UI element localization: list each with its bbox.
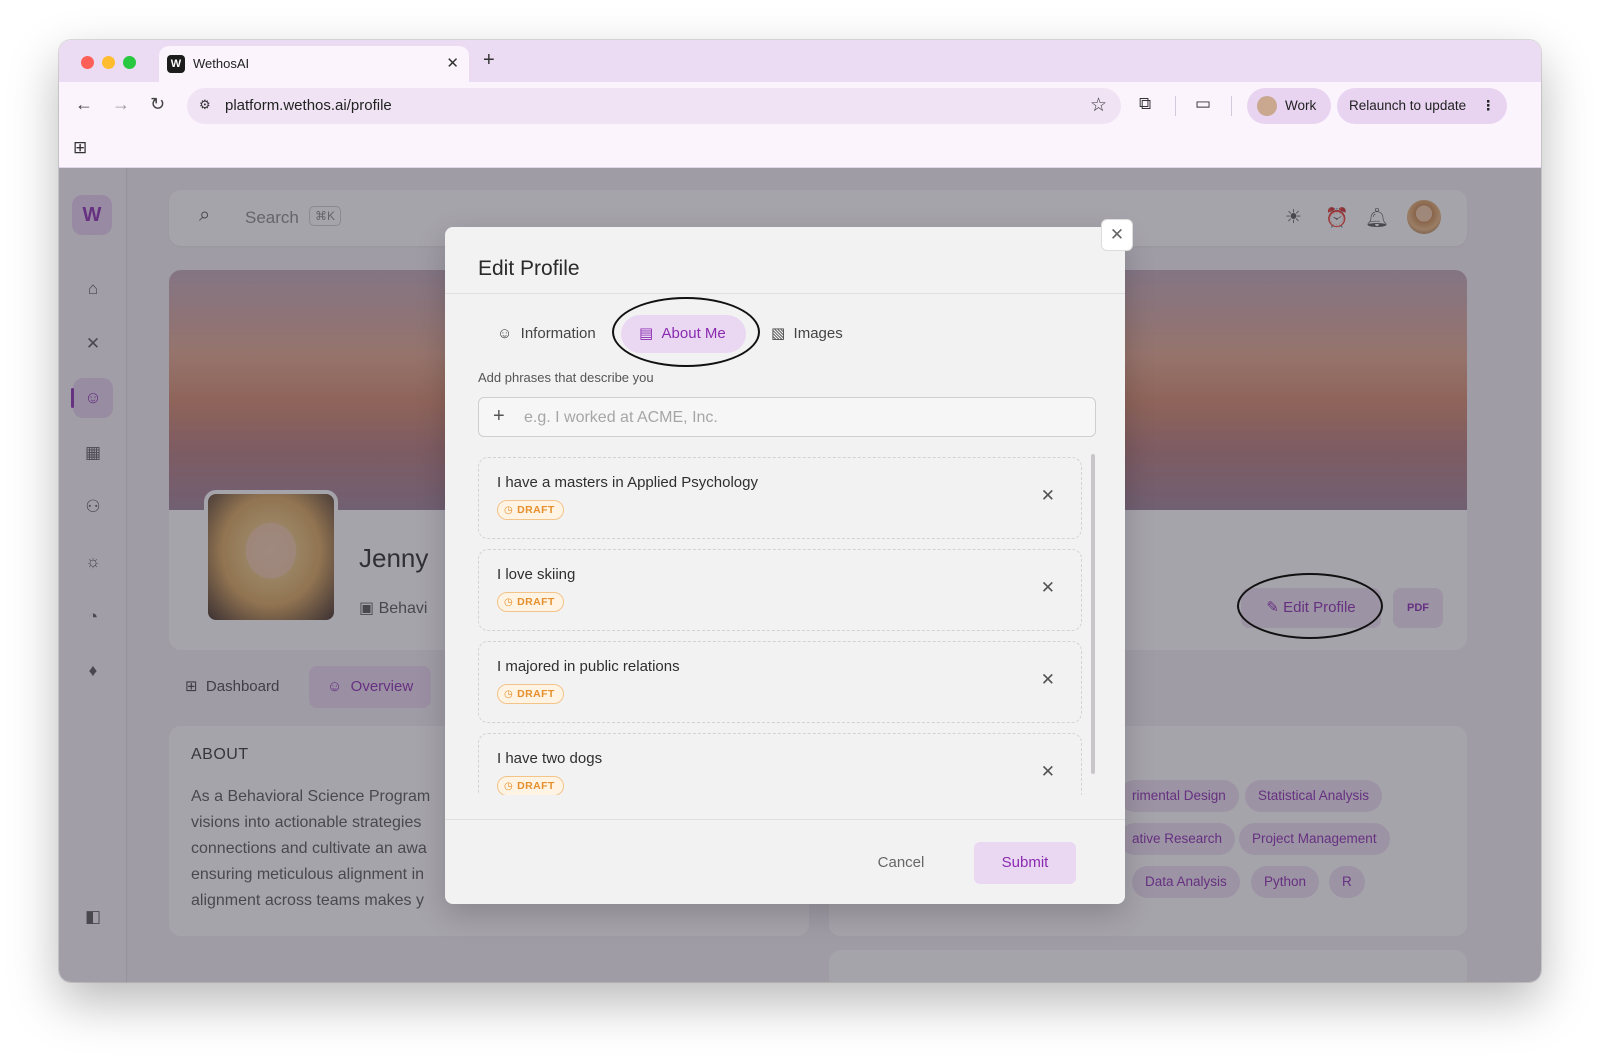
status-label: DRAFT	[517, 596, 555, 608]
new-tab-icon[interactable]: +	[483, 49, 495, 72]
status-badge: ◷ DRAFT	[497, 684, 564, 704]
phrase-text: I love skiing	[497, 566, 576, 583]
status-badge: ◷ DRAFT	[497, 500, 564, 520]
tab-title: WethosAI	[193, 56, 250, 71]
phrase-text: I have a masters in Applied Psychology	[497, 474, 758, 491]
minimize-window-button[interactable]	[102, 56, 115, 69]
cancel-button[interactable]: Cancel	[855, 843, 947, 883]
tab-images-label: Images	[793, 325, 843, 342]
add-phrase-icon[interactable]: +	[493, 405, 505, 428]
phrase-text: I have two dogs	[497, 750, 603, 767]
phrase-list: I have a masters in Applied Psychology ◷…	[445, 451, 1125, 795]
remove-phrase-icon[interactable]: ✕	[1041, 578, 1055, 598]
images-icon: ▧	[771, 325, 786, 342]
status-label: DRAFT	[517, 780, 555, 792]
back-icon[interactable]: ←	[75, 94, 93, 115]
status-badge: ◷ DRAFT	[497, 776, 564, 795]
remove-phrase-icon[interactable]: ✕	[1041, 762, 1055, 782]
clock-icon: ◷	[504, 689, 514, 700]
tab-images[interactable]: ▧ Images	[771, 315, 843, 353]
user-edit-icon: ☺	[497, 325, 513, 342]
browser-window: W WethosAI ✕ + ← → ↻ ⚙ platform.wethos.a…	[59, 40, 1541, 982]
list-item: I love skiing ◷ DRAFT ✕	[478, 549, 1082, 631]
bookmark-star-icon[interactable]: ☆	[1090, 94, 1107, 117]
modal-footer-divider	[445, 819, 1125, 820]
tab-strip: W WethosAI ✕ +	[59, 40, 1541, 82]
annotation-circle	[612, 297, 760, 367]
phrase-text: I majored in public relations	[497, 658, 680, 675]
relaunch-button[interactable]: Relaunch to update ⋮	[1337, 88, 1507, 124]
toolbar-separator	[1175, 96, 1176, 116]
app-page: W ⌂ ✕ ☺ ▦ ⚇ ☼ ◔ ♦ ◧ ⌕ Search ⌘K ☀ ⏰ 🔔︎ J…	[59, 168, 1541, 982]
profile-button[interactable]: Work	[1247, 88, 1331, 124]
profile-avatar-icon	[1257, 96, 1277, 116]
close-modal-button[interactable]: ✕	[1101, 219, 1133, 251]
forward-icon[interactable]: →	[112, 94, 130, 115]
wethos-favicon-icon: W	[167, 55, 185, 73]
tab-information-label: Information	[520, 325, 596, 342]
phrase-field[interactable]: +	[478, 397, 1096, 437]
site-settings-icon[interactable]: ⚙	[199, 97, 211, 113]
relaunch-label: Relaunch to update	[1349, 98, 1467, 113]
list-scrollbar[interactable]	[1091, 454, 1095, 774]
remove-phrase-icon[interactable]: ✕	[1041, 670, 1055, 690]
edit-profile-modal: ✕ Edit Profile ☺ Information ▤ About Me …	[445, 219, 1133, 904]
profile-label: Work	[1285, 98, 1317, 113]
list-item: I have a masters in Applied Psychology ◷…	[478, 457, 1082, 539]
close-tab-icon[interactable]: ✕	[446, 54, 459, 72]
modal-divider	[445, 293, 1125, 294]
submit-button[interactable]: Submit	[974, 842, 1076, 884]
modal-title: Edit Profile	[478, 257, 580, 280]
browser-tab[interactable]: W WethosAI ✕	[159, 46, 469, 82]
clock-icon: ◷	[504, 781, 514, 792]
status-badge: ◷ DRAFT	[497, 592, 564, 612]
zoom-window-button[interactable]	[123, 56, 136, 69]
extensions-icon[interactable]: ⧉	[1139, 94, 1151, 114]
phrases-hint: Add phrases that describe you	[478, 370, 654, 385]
address-bar[interactable]: ⚙ platform.wethos.ai/profile ☆	[187, 88, 1121, 124]
toolbar-separator	[1231, 96, 1232, 116]
status-label: DRAFT	[517, 504, 555, 516]
browser-toolbar: ← → ↻ ⚙ platform.wethos.ai/profile ☆ ⧉ ▭…	[59, 82, 1541, 130]
url-text: platform.wethos.ai/profile	[225, 97, 392, 114]
phrase-input[interactable]	[524, 409, 1064, 427]
clock-icon: ◷	[504, 597, 514, 608]
list-item: I majored in public relations ◷ DRAFT ✕	[478, 641, 1082, 723]
tab-information[interactable]: ☺ Information	[497, 315, 596, 353]
reload-icon[interactable]: ↻	[150, 94, 165, 115]
annotation-circle	[1237, 573, 1383, 639]
close-window-button[interactable]	[81, 56, 94, 69]
list-item: I have two dogs ◷ DRAFT ✕	[478, 733, 1082, 795]
tab-search-icon[interactable]: ▭	[1195, 94, 1211, 114]
remove-phrase-icon[interactable]: ✕	[1041, 486, 1055, 506]
apps-grid-icon[interactable]: ⊞	[73, 138, 87, 158]
clock-icon: ◷	[504, 505, 514, 516]
status-label: DRAFT	[517, 688, 555, 700]
menu-dots-icon[interactable]: ⋮	[1482, 88, 1496, 124]
bookmarks-bar: ⊞	[59, 130, 1541, 168]
